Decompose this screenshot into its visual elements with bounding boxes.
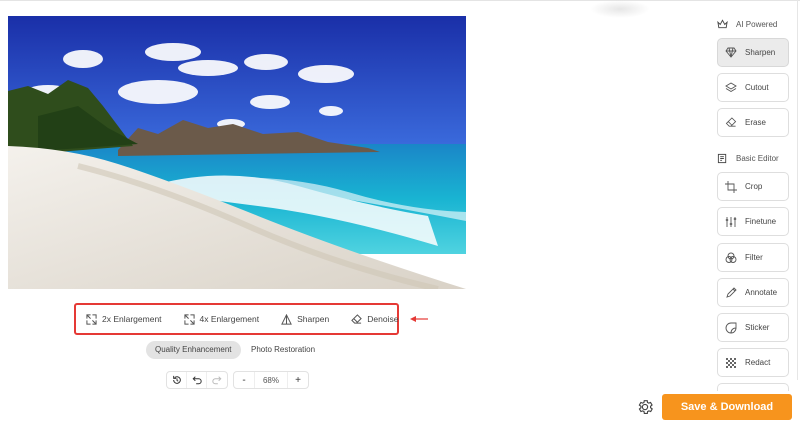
denoise-label: Denoise — [367, 314, 399, 324]
expand-arrows-icon — [86, 313, 97, 325]
sticker-icon — [725, 322, 737, 333]
sidebar-item-redact[interactable]: Redact — [717, 348, 789, 377]
editor-icon — [717, 153, 727, 164]
enhancement-toolbar: 2x Enlargement 4x Enlargement Sharpen De… — [74, 303, 399, 335]
eraser-icon — [351, 313, 363, 324]
crown-icon — [717, 19, 728, 29]
eraser-icon — [725, 117, 737, 127]
ai-powered-section: AI Powered — [717, 19, 777, 29]
sidebar-item-label: Crop — [745, 182, 763, 191]
sidebar-item-label: Filter — [745, 253, 763, 262]
ai-powered-label: AI Powered — [736, 19, 778, 29]
sidebar-item-label: Annotate — [745, 288, 778, 297]
sidebar-item-annotate[interactable]: Annotate — [717, 278, 789, 307]
basic-editor-section: Basic Editor — [717, 153, 779, 164]
enlarge-4x-label: 4x Enlargement — [199, 314, 260, 324]
pen-icon — [726, 286, 737, 298]
top-glow — [590, 0, 650, 18]
sidebar-item-partial[interactable] — [717, 383, 789, 391]
sidebar-item-label: Cutout — [745, 83, 769, 92]
enlarge-2x-label: 2x Enlargement — [102, 314, 162, 324]
redact-icon — [726, 357, 736, 368]
top-border — [0, 0, 800, 4]
sidebar-item-label: Sharpen — [745, 48, 776, 57]
tab-photo-restoration[interactable]: Photo Restoration — [242, 341, 324, 359]
zoom-level: 68% — [254, 372, 288, 388]
zoom-out-button[interactable]: - — [234, 372, 254, 388]
filter-circles-icon — [725, 252, 737, 263]
history-controls — [166, 371, 228, 389]
tab-quality-enhancement[interactable]: Quality Enhancement — [146, 341, 241, 359]
undo-icon[interactable] — [187, 372, 207, 388]
sidebar-item-label: Redact — [745, 358, 771, 367]
crop-icon — [725, 180, 737, 193]
sidebar-edge — [797, 0, 798, 380]
sharpen-button[interactable]: Sharpen — [281, 313, 330, 325]
sidebar-item-crop[interactable]: Crop — [717, 172, 789, 201]
basic-editor-label: Basic Editor — [736, 154, 779, 163]
sidebar-item-filter[interactable]: Filter — [717, 243, 789, 272]
enlarge-4x-button[interactable]: 4x Enlargement — [183, 313, 260, 325]
sidebar-item-sticker[interactable]: Sticker — [717, 313, 789, 342]
sidebar-item-label: Sticker — [745, 323, 770, 332]
sidebar-item-erase[interactable]: Erase — [717, 108, 789, 137]
sliders-icon — [725, 216, 737, 227]
gear-icon[interactable] — [636, 398, 654, 416]
arrow-left-icon — [410, 316, 428, 322]
denoise-button[interactable]: Denoise — [351, 313, 399, 325]
sidebar-item-finetune[interactable]: Finetune — [717, 207, 789, 236]
sidebar-item-cutout[interactable]: Cutout — [717, 73, 789, 102]
beach-photo — [8, 16, 466, 289]
sidebar-item-sharpen[interactable]: Sharpen — [717, 38, 789, 67]
history-icon[interactable] — [167, 372, 187, 388]
expand-arrows-icon — [183, 313, 195, 325]
zoom-controls: - 68% + — [233, 371, 309, 389]
sidebar-item-label: Erase — [745, 118, 766, 127]
sidebar-item-label: Finetune — [745, 217, 777, 226]
zoom-in-button[interactable]: + — [288, 372, 308, 388]
diamond-icon — [725, 47, 737, 58]
save-download-button[interactable]: Save & Download — [662, 394, 792, 420]
sharpen-label: Sharpen — [297, 314, 330, 324]
sharpen-triangle-icon — [281, 313, 292, 325]
image-canvas[interactable] — [8, 16, 466, 289]
layers-icon — [725, 82, 737, 93]
enlarge-2x-button[interactable]: 2x Enlargement — [86, 313, 162, 325]
redo-icon[interactable] — [207, 372, 227, 388]
